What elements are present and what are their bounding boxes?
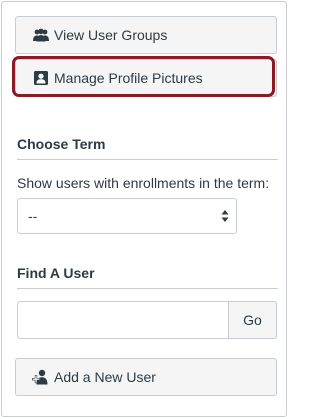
select-arrows-icon bbox=[221, 209, 229, 223]
find-user-input[interactable] bbox=[17, 301, 229, 339]
manage-profile-pictures-button[interactable]: Manage Profile Pictures bbox=[15, 59, 277, 97]
view-user-groups-button[interactable]: View User Groups bbox=[15, 16, 277, 54]
sidebar-panel: View User Groups Manage Profile Pictures… bbox=[1, 1, 287, 417]
divider bbox=[17, 288, 278, 289]
add-new-user-button[interactable]: Add a New User bbox=[15, 358, 277, 396]
profile-picture-icon bbox=[32, 70, 50, 86]
divider bbox=[17, 159, 278, 160]
view-user-groups-label: View User Groups bbox=[54, 27, 168, 43]
term-select-value: -- bbox=[28, 208, 38, 224]
term-select[interactable]: -- bbox=[17, 198, 237, 234]
add-new-user-label: Add a New User bbox=[54, 369, 156, 385]
choose-term-heading: Choose Term bbox=[17, 136, 106, 152]
users-group-icon bbox=[32, 27, 50, 43]
term-select-label: Show users with enrollments in the term: bbox=[17, 175, 270, 191]
find-user-heading: Find A User bbox=[17, 265, 95, 281]
add-user-icon bbox=[32, 369, 50, 385]
manage-profile-pictures-label: Manage Profile Pictures bbox=[54, 70, 203, 86]
go-button[interactable]: Go bbox=[228, 301, 277, 339]
